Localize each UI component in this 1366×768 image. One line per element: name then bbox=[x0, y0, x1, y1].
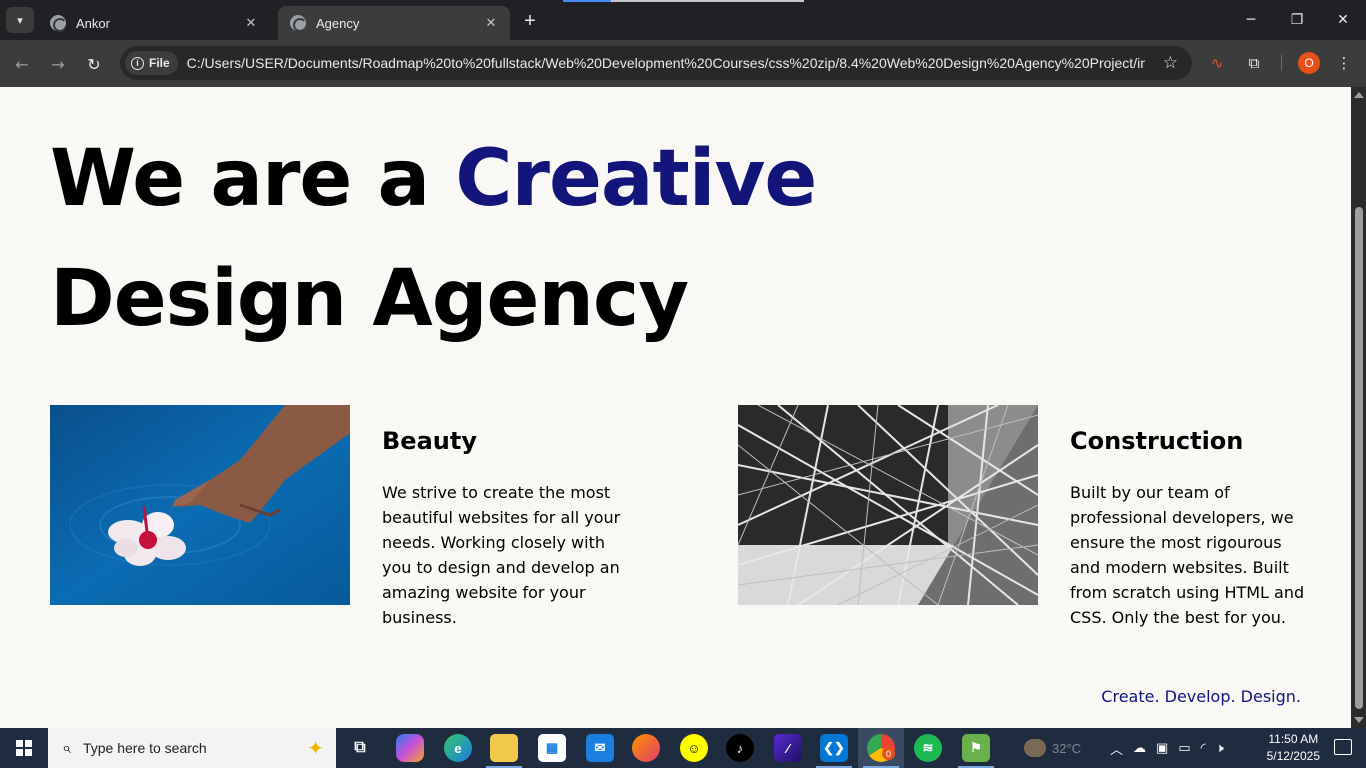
beauty-image bbox=[50, 405, 350, 605]
info-icon: i bbox=[131, 56, 144, 70]
tab-ankor[interactable]: Ankor ✕ bbox=[38, 6, 270, 40]
wifi-icon[interactable]: ◜ bbox=[1201, 740, 1206, 756]
game-icon[interactable]: ⚑ bbox=[962, 734, 990, 762]
close-icon[interactable]: ✕ bbox=[482, 14, 500, 32]
extension-icon[interactable]: ∿ bbox=[1206, 52, 1228, 74]
puzzle-icon[interactable]: ⧉ bbox=[1243, 52, 1265, 74]
taskbar-search[interactable]: ⌕ Type here to search ✦ bbox=[48, 728, 336, 768]
reload-icon: ↻ bbox=[87, 54, 101, 74]
weather-widget[interactable]: 32°C bbox=[1024, 728, 1081, 768]
volume-mute-icon[interactable]: 🕨 bbox=[1216, 740, 1224, 756]
browser-toolbar: ← → ↻ i File C:/Users/USER/Documents/Roa… bbox=[0, 40, 1366, 87]
feature-text-construction: Built by our team of professional develo… bbox=[1070, 483, 1305, 627]
loading-bar bbox=[563, 0, 804, 2]
address-bar[interactable]: i File C:/Users/USER/Documents/Roadmap%2… bbox=[120, 46, 1192, 80]
snapchat-icon[interactable]: ☺ bbox=[680, 734, 708, 762]
windows-logo-icon bbox=[16, 740, 32, 756]
tab-search-button[interactable]: ▾ bbox=[6, 7, 34, 33]
site-info-chip[interactable]: i File bbox=[125, 51, 178, 75]
chevron-down-icon: ▾ bbox=[17, 13, 23, 27]
profile-avatar[interactable]: O bbox=[1298, 52, 1320, 74]
tagline: Create. Develop. Design. bbox=[1101, 687, 1301, 706]
reload-button[interactable]: ↻ bbox=[80, 50, 108, 78]
hero-heading: We are a Creative Design Agency bbox=[50, 119, 817, 359]
tab-strip: ▾ Ankor ✕ Agency ✕ + ─ ❐ ✕ bbox=[0, 0, 1366, 40]
file-explorer-icon[interactable] bbox=[490, 734, 518, 762]
hero-accent: Creative bbox=[455, 134, 817, 224]
mail-icon[interactable]: ✉ bbox=[586, 734, 614, 762]
notification-icon[interactable] bbox=[1334, 739, 1352, 755]
scroll-thumb[interactable] bbox=[1355, 207, 1363, 709]
page-scrollbar[interactable] bbox=[1351, 87, 1366, 728]
tab-agency[interactable]: Agency ✕ bbox=[278, 6, 510, 40]
chevron-up-icon[interactable]: ︿ bbox=[1110, 739, 1123, 758]
vscode-icon[interactable]: ❮❯ bbox=[820, 734, 848, 762]
close-icon[interactable]: ✕ bbox=[242, 14, 260, 32]
feature-title-construction: Construction bbox=[1070, 427, 1244, 455]
arrow-right-icon: → bbox=[51, 54, 65, 74]
globe-icon bbox=[290, 15, 307, 32]
clock-time: 11:50 AM bbox=[1268, 732, 1319, 746]
construction-image bbox=[738, 405, 1038, 605]
page-viewport: We are a Creative Design Agency Beauty W… bbox=[0, 87, 1351, 728]
globe-icon bbox=[50, 15, 67, 32]
store-icon[interactable]: ▦ bbox=[538, 734, 566, 762]
scroll-down-icon[interactable] bbox=[1354, 717, 1364, 723]
minimize-button[interactable]: ─ bbox=[1228, 0, 1274, 40]
clock[interactable]: 11:50 AM 5/12/2025 bbox=[1267, 731, 1320, 765]
search-placeholder: Type here to search bbox=[82, 740, 207, 756]
hero-line2: Design Agency bbox=[50, 254, 689, 344]
feature-title-beauty: Beauty bbox=[382, 427, 477, 455]
tab-title: Ankor bbox=[76, 15, 110, 31]
edge-icon[interactable]: e bbox=[444, 734, 472, 762]
close-window-button[interactable]: ✕ bbox=[1320, 0, 1366, 40]
windows-taskbar: ⌕ Type here to search ✦ ⧉ e ▦ ✉ ☺ ♪ ∕ ❮❯… bbox=[0, 728, 1366, 768]
copilot-icon[interactable] bbox=[396, 734, 424, 762]
back-button[interactable]: ← bbox=[8, 50, 36, 78]
task-view-icon[interactable]: ⧉ bbox=[346, 734, 374, 762]
onedrive-icon[interactable]: ☁ bbox=[1133, 740, 1146, 756]
arrow-left-icon: ← bbox=[15, 54, 29, 74]
new-tab-button[interactable]: + bbox=[518, 9, 542, 33]
system-tray: ︿ ☁ ▣ ▭ ◜ 🕨 bbox=[1110, 728, 1224, 768]
app-icon[interactable]: ∕ bbox=[774, 734, 802, 762]
start-button[interactable] bbox=[0, 728, 48, 768]
hero-prefix: We are a bbox=[50, 134, 456, 224]
spotify-icon[interactable]: ≋ bbox=[914, 734, 942, 762]
weather-temp: 32°C bbox=[1052, 740, 1082, 756]
scroll-up-icon[interactable] bbox=[1354, 92, 1364, 98]
tiktok-icon[interactable]: ♪ bbox=[726, 734, 754, 762]
restore-button[interactable]: ❐ bbox=[1274, 0, 1320, 40]
kebab-menu-icon[interactable]: ⋮ bbox=[1333, 52, 1355, 74]
search-icon: ⌕ bbox=[62, 738, 71, 757]
firefox-icon[interactable] bbox=[632, 734, 660, 762]
toolbar-divider bbox=[1281, 55, 1282, 71]
tab-title: Agency bbox=[316, 15, 360, 31]
meet-icon[interactable]: ▣ bbox=[1156, 740, 1168, 756]
forward-button[interactable]: → bbox=[44, 50, 72, 78]
weather-icon bbox=[1024, 739, 1046, 757]
star-icon[interactable]: ☆ bbox=[1163, 53, 1178, 73]
site-chip-label: File bbox=[149, 56, 170, 70]
battery-icon[interactable]: ▭ bbox=[1178, 740, 1190, 756]
feature-text-beauty: We strive to create the most beautiful w… bbox=[382, 483, 621, 627]
chrome-badge: 0 bbox=[882, 747, 895, 760]
url-text[interactable]: C:/Users/USER/Documents/Roadmap%20to%20f… bbox=[187, 55, 1145, 71]
clock-date: 5/12/2025 bbox=[1266, 749, 1320, 763]
sparkle-icon: ✦ bbox=[307, 736, 324, 760]
